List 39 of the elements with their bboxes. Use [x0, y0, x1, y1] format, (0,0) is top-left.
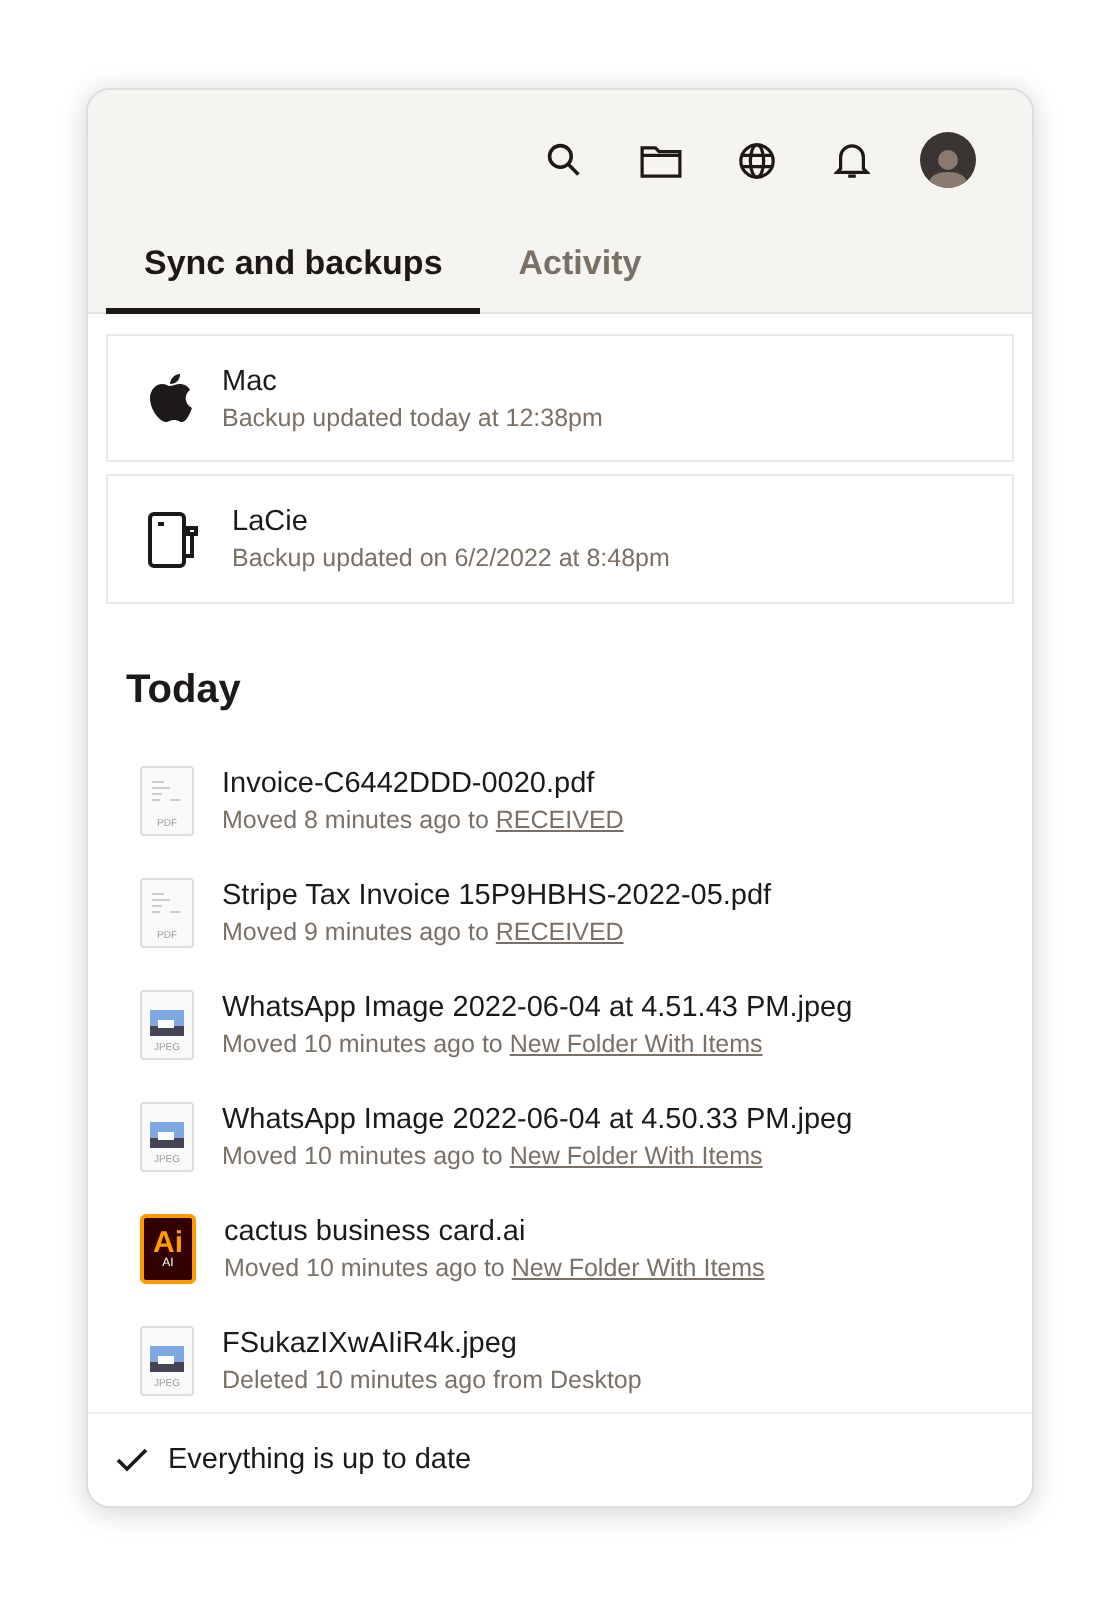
file-name: Stripe Tax Invoice 15P9HBHS-2022-05.pdf — [222, 879, 772, 912]
folder-icon — [639, 143, 681, 177]
tab[interactable]: Activity — [480, 226, 680, 314]
globe-icon — [737, 141, 775, 179]
sync-status: Everything is up to date — [168, 1444, 472, 1476]
file-activity: Moved 9 minutes ago to RECEIVED — [222, 917, 626, 946]
device-name: Mac — [222, 365, 279, 398]
file-name: cactus business card.ai — [224, 1216, 528, 1249]
folder-link[interactable]: RECEIVED — [495, 917, 624, 946]
apple-logo-icon — [148, 372, 192, 425]
device-card[interactable]: LaCie Backup updated on 6/2/2022 at 8:48pm — [106, 474, 1014, 604]
folder-link[interactable]: New Folder With Items — [509, 1142, 763, 1171]
tab[interactable]: Sync and backups — [106, 226, 481, 314]
folder-link[interactable]: New Folder With Items — [511, 1254, 765, 1283]
external-drive-icon — [148, 511, 202, 568]
image-thumbnail-icon — [150, 1346, 184, 1373]
device-name: LaCie — [232, 506, 310, 539]
file-activity: Moved 8 minutes ago to RECEIVED — [222, 805, 624, 834]
search-icon — [546, 142, 582, 178]
folder-link[interactable]: RECEIVED — [495, 805, 624, 834]
avatar-button[interactable] — [920, 132, 976, 188]
image-thumbnail-icon — [150, 1122, 184, 1149]
file-name: WhatsApp Image 2022-06-04 at 4.50.33 PM.jpeg — [222, 1104, 853, 1137]
backup-status: Backup updated on 6/2/2022 at 8:48pm — [232, 544, 670, 573]
image-thumbnail-icon — [150, 1009, 184, 1036]
icon-logo: Ai — [153, 1228, 183, 1259]
file-activity: Moved 10 minutes ago to New Folder With Items — [224, 1254, 765, 1283]
device-card[interactable]: Mac Backup updated today at 12:38pm — [106, 334, 1014, 463]
file-name: Invoice-C6442DDD-0020.pdf — [222, 767, 597, 800]
file-activity: Deleted 10 minutes ago from Desktop — [222, 1366, 642, 1395]
checkmark-icon — [116, 1448, 148, 1472]
backup-status: Backup updated today at 12:38pm — [222, 403, 603, 432]
folder-link[interactable]: New Folder With Items — [509, 1029, 763, 1058]
file-activity: Moved 10 minutes ago to New Folder With Items — [222, 1029, 765, 1058]
section-title: Today — [126, 667, 243, 714]
file-activity: Moved 10 minutes ago to New Folder With Items — [222, 1142, 765, 1171]
bell-icon — [834, 141, 870, 179]
file-name: WhatsApp Image 2022-06-04 at 4.51.43 PM.jpeg — [222, 991, 853, 1024]
file-name: FSukazIXwAIiR4k.jpeg — [222, 1328, 519, 1361]
